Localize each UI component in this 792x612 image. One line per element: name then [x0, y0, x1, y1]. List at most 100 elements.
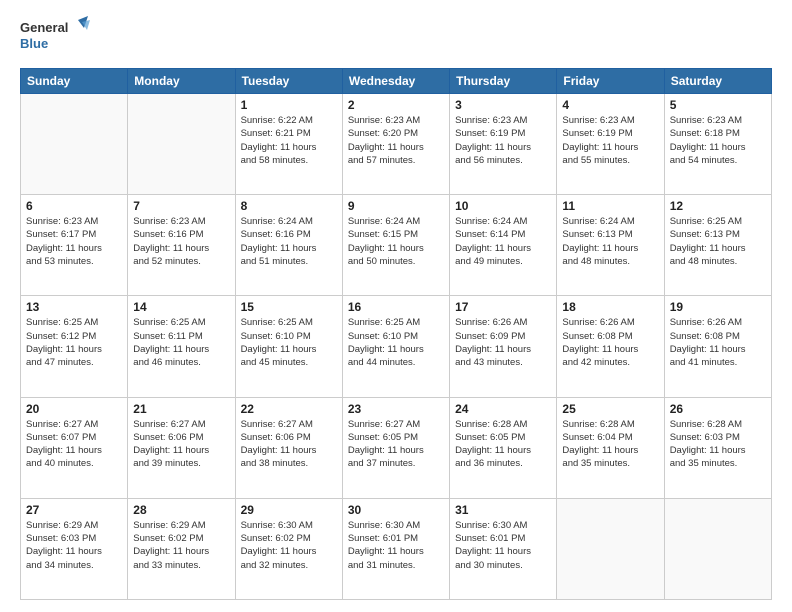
calendar-cell: 26 Sunrise: 6:28 AM Sunset: 6:03 PM Dayli…: [664, 397, 771, 498]
calendar-cell: 18 Sunrise: 6:26 AM Sunset: 6:08 PM Dayli…: [557, 296, 664, 397]
page: General Blue SundayMondayTuesdayWednesda…: [0, 0, 792, 612]
cell-info: Sunrise: 6:26 AM Sunset: 6:09 PM Dayligh…: [455, 316, 551, 369]
cell-info: Sunrise: 6:27 AM Sunset: 6:06 PM Dayligh…: [241, 418, 337, 471]
calendar-table: SundayMondayTuesdayWednesdayThursdayFrid…: [20, 68, 772, 600]
day-number: 11: [562, 199, 658, 213]
calendar-cell: [21, 94, 128, 195]
calendar-cell: 15 Sunrise: 6:25 AM Sunset: 6:10 PM Dayli…: [235, 296, 342, 397]
cell-info: Sunrise: 6:24 AM Sunset: 6:16 PM Dayligh…: [241, 215, 337, 268]
calendar-cell: [557, 498, 664, 599]
cell-info: Sunrise: 6:30 AM Sunset: 6:01 PM Dayligh…: [348, 519, 444, 572]
day-number: 17: [455, 300, 551, 314]
day-number: 25: [562, 402, 658, 416]
day-number: 9: [348, 199, 444, 213]
calendar-cell: 10Sunrise: 6:24 AM Sunset: 6:14 PM Dayli…: [450, 195, 557, 296]
cell-info: Sunrise: 6:29 AM Sunset: 6:03 PM Dayligh…: [26, 519, 122, 572]
calendar-cell: 7Sunrise: 6:23 AM Sunset: 6:16 PM Daylig…: [128, 195, 235, 296]
calendar-cell: [128, 94, 235, 195]
weekday-header-sunday: Sunday: [21, 69, 128, 94]
cell-info: Sunrise: 6:29 AM Sunset: 6:02 PM Dayligh…: [133, 519, 229, 572]
day-number: 29: [241, 503, 337, 517]
cell-info: Sunrise: 6:25 AM Sunset: 6:12 PM Dayligh…: [26, 316, 122, 369]
day-number: 4: [562, 98, 658, 112]
cell-info: Sunrise: 6:24 AM Sunset: 6:14 PM Dayligh…: [455, 215, 551, 268]
weekday-header-saturday: Saturday: [664, 69, 771, 94]
day-number: 5: [670, 98, 766, 112]
cell-info: Sunrise: 6:23 AM Sunset: 6:19 PM Dayligh…: [562, 114, 658, 167]
day-number: 20: [26, 402, 122, 416]
cell-info: Sunrise: 6:26 AM Sunset: 6:08 PM Dayligh…: [670, 316, 766, 369]
calendar-week-row: 6 Sunrise: 6:23 AM Sunset: 6:17 PM Daylig…: [21, 195, 772, 296]
cell-info: Sunrise: 6:25 AM Sunset: 6:10 PM Dayligh…: [348, 316, 444, 369]
calendar-cell: 4 Sunrise: 6:23 AM Sunset: 6:19 PM Daylig…: [557, 94, 664, 195]
calendar-header-row: SundayMondayTuesdayWednesdayThursdayFrid…: [21, 69, 772, 94]
day-number: 31: [455, 503, 551, 517]
calendar-cell: [664, 498, 771, 599]
calendar-cell: 12Sunrise: 6:25 AM Sunset: 6:13 PM Dayli…: [664, 195, 771, 296]
weekday-header-tuesday: Tuesday: [235, 69, 342, 94]
cell-info: Sunrise: 6:25 AM Sunset: 6:13 PM Dayligh…: [670, 215, 766, 268]
calendar-cell: 3Sunrise: 6:23 AM Sunset: 6:19 PM Daylig…: [450, 94, 557, 195]
day-number: 26: [670, 402, 766, 416]
day-number: 22: [241, 402, 337, 416]
weekday-header-friday: Friday: [557, 69, 664, 94]
day-number: 18: [562, 300, 658, 314]
calendar-cell: 29Sunrise: 6:30 AM Sunset: 6:02 PM Dayli…: [235, 498, 342, 599]
calendar-cell: 23Sunrise: 6:27 AM Sunset: 6:05 PM Dayli…: [342, 397, 449, 498]
day-number: 28: [133, 503, 229, 517]
calendar-week-row: 13 Sunrise: 6:25 AM Sunset: 6:12 PM Dayli…: [21, 296, 772, 397]
weekday-header-monday: Monday: [128, 69, 235, 94]
svg-text:Blue: Blue: [20, 36, 48, 51]
day-number: 27: [26, 503, 122, 517]
calendar-cell: 8 Sunrise: 6:24 AM Sunset: 6:16 PM Daylig…: [235, 195, 342, 296]
cell-info: Sunrise: 6:23 AM Sunset: 6:18 PM Dayligh…: [670, 114, 766, 167]
calendar-cell: 9 Sunrise: 6:24 AM Sunset: 6:15 PM Daylig…: [342, 195, 449, 296]
day-number: 13: [26, 300, 122, 314]
cell-info: Sunrise: 6:28 AM Sunset: 6:03 PM Dayligh…: [670, 418, 766, 471]
weekday-header-wednesday: Wednesday: [342, 69, 449, 94]
cell-info: Sunrise: 6:24 AM Sunset: 6:13 PM Dayligh…: [562, 215, 658, 268]
calendar-cell: 20Sunrise: 6:27 AM Sunset: 6:07 PM Dayli…: [21, 397, 128, 498]
weekday-header-thursday: Thursday: [450, 69, 557, 94]
cell-info: Sunrise: 6:22 AM Sunset: 6:21 PM Dayligh…: [241, 114, 337, 167]
cell-info: Sunrise: 6:26 AM Sunset: 6:08 PM Dayligh…: [562, 316, 658, 369]
calendar-cell: 1 Sunrise: 6:22 AM Sunset: 6:21 PM Daylig…: [235, 94, 342, 195]
cell-info: Sunrise: 6:27 AM Sunset: 6:05 PM Dayligh…: [348, 418, 444, 471]
calendar-cell: 27 Sunrise: 6:29 AM Sunset: 6:03 PM Dayli…: [21, 498, 128, 599]
day-number: 2: [348, 98, 444, 112]
calendar-cell: 31Sunrise: 6:30 AM Sunset: 6:01 PM Dayli…: [450, 498, 557, 599]
cell-info: Sunrise: 6:23 AM Sunset: 6:17 PM Dayligh…: [26, 215, 122, 268]
calendar-cell: 11 Sunrise: 6:24 AM Sunset: 6:13 PM Dayli…: [557, 195, 664, 296]
header: General Blue: [20, 16, 772, 58]
calendar-cell: 6 Sunrise: 6:23 AM Sunset: 6:17 PM Daylig…: [21, 195, 128, 296]
calendar-cell: 21 Sunrise: 6:27 AM Sunset: 6:06 PM Dayli…: [128, 397, 235, 498]
calendar-cell: 24Sunrise: 6:28 AM Sunset: 6:05 PM Dayli…: [450, 397, 557, 498]
day-number: 1: [241, 98, 337, 112]
logo: General Blue: [20, 16, 90, 58]
cell-info: Sunrise: 6:25 AM Sunset: 6:10 PM Dayligh…: [241, 316, 337, 369]
day-number: 19: [670, 300, 766, 314]
calendar-cell: 28 Sunrise: 6:29 AM Sunset: 6:02 PM Dayli…: [128, 498, 235, 599]
calendar-cell: 25 Sunrise: 6:28 AM Sunset: 6:04 PM Dayli…: [557, 397, 664, 498]
calendar-cell: 30 Sunrise: 6:30 AM Sunset: 6:01 PM Dayli…: [342, 498, 449, 599]
calendar-week-row: 20Sunrise: 6:27 AM Sunset: 6:07 PM Dayli…: [21, 397, 772, 498]
calendar-cell: 13 Sunrise: 6:25 AM Sunset: 6:12 PM Dayli…: [21, 296, 128, 397]
logo-icon: General Blue: [20, 16, 90, 58]
calendar-week-row: 1 Sunrise: 6:22 AM Sunset: 6:21 PM Daylig…: [21, 94, 772, 195]
calendar-cell: 22 Sunrise: 6:27 AM Sunset: 6:06 PM Dayli…: [235, 397, 342, 498]
calendar-cell: 14Sunrise: 6:25 AM Sunset: 6:11 PM Dayli…: [128, 296, 235, 397]
day-number: 30: [348, 503, 444, 517]
calendar-cell: 5 Sunrise: 6:23 AM Sunset: 6:18 PM Daylig…: [664, 94, 771, 195]
calendar-cell: 19 Sunrise: 6:26 AM Sunset: 6:08 PM Dayli…: [664, 296, 771, 397]
day-number: 6: [26, 199, 122, 213]
day-number: 8: [241, 199, 337, 213]
day-number: 15: [241, 300, 337, 314]
cell-info: Sunrise: 6:23 AM Sunset: 6:19 PM Dayligh…: [455, 114, 551, 167]
cell-info: Sunrise: 6:27 AM Sunset: 6:06 PM Dayligh…: [133, 418, 229, 471]
day-number: 21: [133, 402, 229, 416]
day-number: 16: [348, 300, 444, 314]
day-number: 14: [133, 300, 229, 314]
cell-info: Sunrise: 6:28 AM Sunset: 6:04 PM Dayligh…: [562, 418, 658, 471]
cell-info: Sunrise: 6:24 AM Sunset: 6:15 PM Dayligh…: [348, 215, 444, 268]
cell-info: Sunrise: 6:28 AM Sunset: 6:05 PM Dayligh…: [455, 418, 551, 471]
